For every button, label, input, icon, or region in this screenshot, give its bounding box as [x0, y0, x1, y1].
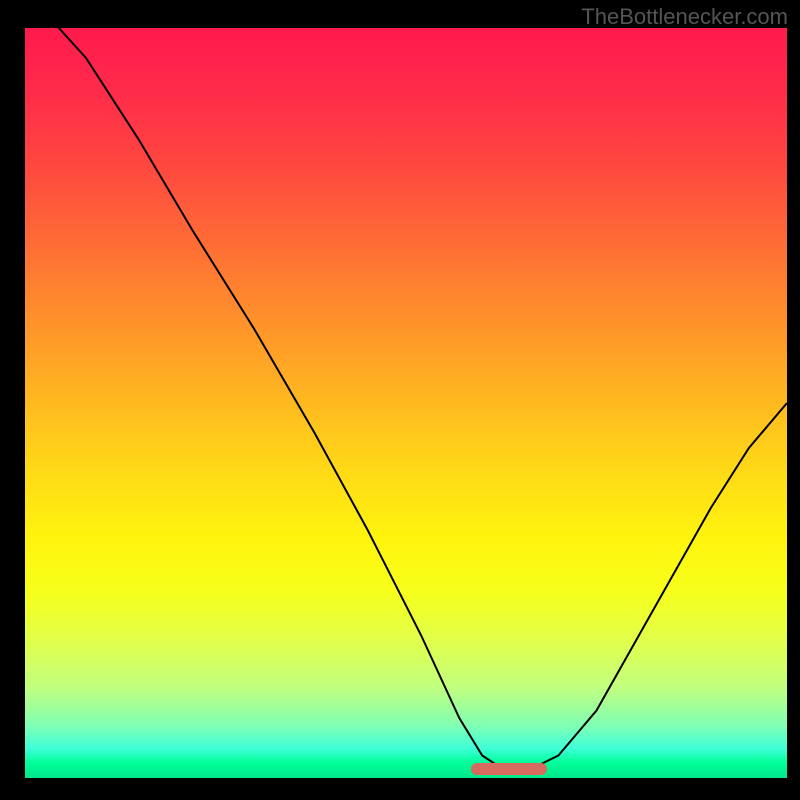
chart-plot-area: [25, 28, 787, 778]
watermark-text: TheBottlenecker.com: [581, 4, 788, 30]
optimal-range-marker: [471, 763, 548, 775]
bottleneck-curve: [25, 28, 787, 778]
